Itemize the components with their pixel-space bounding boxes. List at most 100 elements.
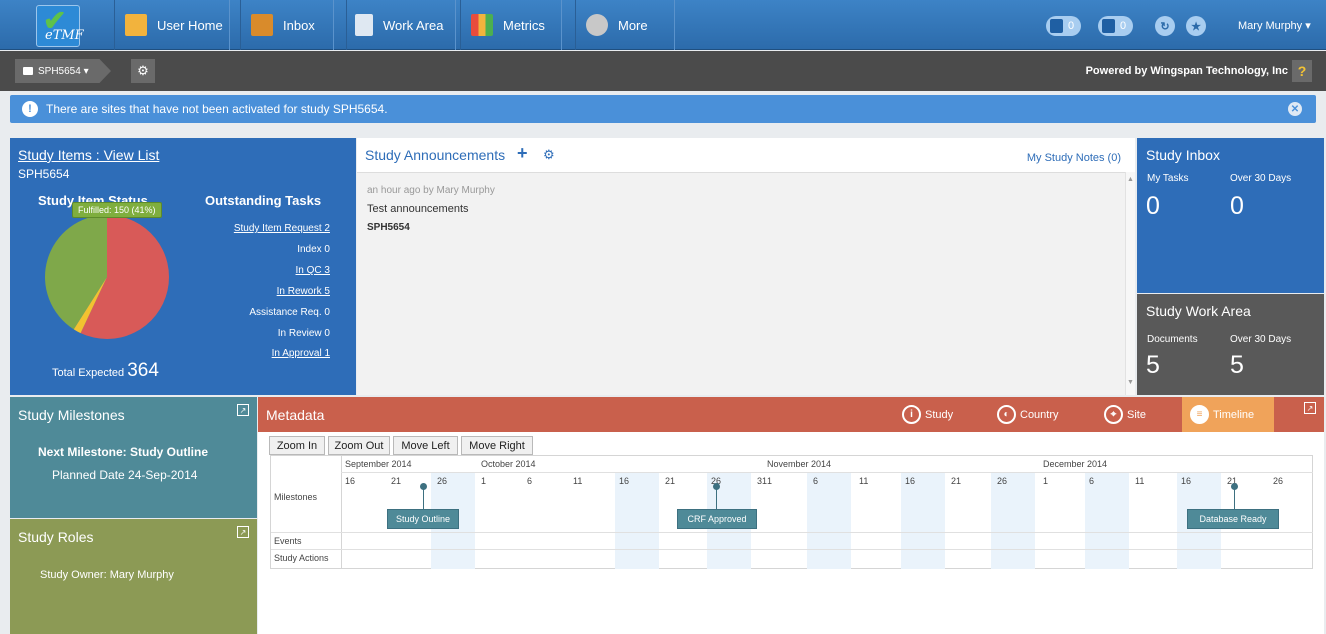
week-shade: [615, 473, 659, 569]
day-label: 6: [1089, 476, 1095, 486]
nav-more[interactable]: More: [575, 0, 675, 50]
popout-icon[interactable]: ↗: [237, 526, 249, 538]
metadata-title: Metadata: [266, 407, 325, 423]
milestone-crf-approved[interactable]: CRF Approved: [677, 509, 757, 529]
task-in-rework[interactable]: In Rework 5: [277, 286, 330, 297]
task-in-approval[interactable]: In Approval 1: [272, 348, 330, 359]
move-right-button[interactable]: Move Right: [461, 436, 533, 455]
tab-timeline[interactable]: ≡ Timeline: [1182, 397, 1274, 432]
over-30-label: Over 30 Days: [1230, 334, 1292, 345]
activation-alert: ! There are sites that have not been act…: [10, 95, 1316, 123]
zoom-out-button[interactable]: Zoom Out: [328, 436, 390, 455]
outstanding-tasks-title: Outstanding Tasks: [205, 193, 322, 208]
tasks-badge[interactable]: 0: [1046, 16, 1082, 36]
documents-label: Documents: [1147, 334, 1198, 345]
nav-label: Inbox: [283, 17, 315, 33]
zoom-in-button[interactable]: Zoom In: [269, 436, 325, 455]
roles-header: Study Roles ↗: [10, 519, 257, 553]
nav-label: Work Area: [383, 17, 444, 33]
nav-user-home[interactable]: User Home: [114, 0, 230, 50]
milestone-stem: [423, 489, 424, 509]
total-expected: Total Expected 364: [52, 360, 159, 382]
alert-text: There are sites that have not been activ…: [46, 102, 388, 116]
scroll-up-icon[interactable]: ▲: [1126, 176, 1135, 183]
milestone-database-ready[interactable]: Database Ready: [1187, 509, 1279, 529]
tab-country[interactable]: ◐ Country: [991, 397, 1071, 432]
my-study-notes-link[interactable]: My Study Notes (0): [1027, 152, 1121, 164]
study-work-area-panel[interactable]: Study Work Area Documents 5 Over 30 Days…: [1137, 294, 1324, 395]
user-menu[interactable]: Mary Murphy ▾: [1238, 19, 1311, 32]
announcements-title: Study Announcements: [365, 147, 506, 163]
study-code: SPH5654: [38, 65, 81, 77]
my-tasks-count: 0: [1146, 192, 1160, 220]
timeline-grid[interactable]: September 2014 October 2014 November 201…: [270, 455, 1313, 569]
day-label: 1: [767, 476, 773, 486]
list-icon: ≡: [1190, 405, 1209, 424]
inbox-title: Study Inbox: [1146, 147, 1220, 163]
top-navigation-bar: ✔ eTMF User Home Inbox Work Area Metrics…: [0, 0, 1326, 50]
day-label: 1: [481, 476, 487, 486]
pie-tooltip: Fulfilled: 150 (41%): [72, 202, 162, 218]
settings-gear-icon[interactable]: ⚙: [131, 59, 155, 83]
nav-inbox[interactable]: Inbox: [240, 0, 334, 50]
study-selector[interactable]: SPH5654 ▾: [15, 59, 111, 83]
month-label: October 2014: [481, 459, 536, 469]
chevron-down-icon: ▾: [1305, 20, 1311, 32]
week-shade: [807, 473, 851, 569]
month-label: September 2014: [345, 459, 412, 469]
nav-label: Metrics: [503, 17, 545, 33]
tab-site[interactable]: ⌖ Site: [1098, 397, 1164, 432]
day-label: 21: [665, 476, 676, 486]
task-index: Index 0: [297, 244, 330, 255]
close-icon[interactable]: ✕: [1288, 102, 1302, 116]
day-label: 1: [1043, 476, 1049, 486]
day-label: 26: [437, 476, 448, 486]
milestone-study-outline[interactable]: Study Outline: [387, 509, 459, 529]
move-left-button[interactable]: Move Left: [393, 436, 458, 455]
milestone-stem: [1234, 489, 1235, 509]
announcements-scrollbar[interactable]: ▲ ▼: [1125, 172, 1135, 395]
history-icon[interactable]: ↻: [1155, 16, 1175, 36]
study-owner: Study Owner: Mary Murphy: [40, 569, 174, 581]
week-shade: [901, 473, 945, 569]
help-icon[interactable]: ?: [1292, 60, 1312, 82]
task-in-qc[interactable]: In QC 3: [296, 265, 330, 276]
tab-label: Timeline: [1213, 408, 1255, 421]
work-area-title: Study Work Area: [1146, 303, 1251, 319]
scroll-down-icon[interactable]: ▼: [1126, 379, 1135, 386]
over-30-count: 0: [1230, 192, 1244, 220]
week-shade: [1085, 473, 1129, 569]
milestones-header: Study Milestones ↗: [10, 397, 257, 431]
total-value: 364: [127, 360, 159, 381]
day-label: 26: [1273, 476, 1284, 486]
nav-work-area[interactable]: Work Area: [346, 0, 456, 50]
study-inbox-panel[interactable]: Study Inbox My Tasks 0 Over 30 Days 0: [1137, 138, 1324, 293]
day-label: 16: [619, 476, 630, 486]
task-assistance-req: Assistance Req. 0: [249, 307, 330, 318]
over-30-count: 5: [1230, 351, 1244, 379]
row-divider: [271, 532, 1313, 533]
gear-icon[interactable]: ⚙: [543, 147, 555, 163]
popout-icon[interactable]: ↗: [1304, 402, 1316, 414]
tab-study[interactable]: i Study: [896, 397, 964, 432]
documents-badge[interactable]: 0: [1098, 16, 1134, 36]
status-pie-chart[interactable]: [40, 210, 175, 345]
user-name: Mary Murphy: [1238, 20, 1303, 32]
day-label: 11: [573, 476, 583, 486]
my-tasks-label: My Tasks: [1147, 173, 1189, 184]
add-icon[interactable]: +: [517, 143, 528, 164]
roles-title: Study Roles: [18, 529, 94, 545]
announcements-list: an hour ago by Mary Murphy Test announce…: [357, 172, 1127, 395]
etmf-logo[interactable]: ✔ eTMF: [36, 5, 84, 47]
star-icon[interactable]: ★: [1186, 16, 1206, 36]
study-roles-panel: Study Roles ↗ Study Owner: Mary Murphy: [10, 519, 257, 634]
study-items-title-link[interactable]: Study Items : View List: [18, 147, 159, 163]
day-label: 16: [345, 476, 356, 486]
clipboard-icon: [1102, 19, 1115, 33]
popout-icon[interactable]: ↗: [237, 404, 249, 416]
nav-label: User Home: [157, 17, 223, 33]
row-label-study-actions: Study Actions: [274, 553, 329, 563]
task-study-item-request[interactable]: Study Item Request 2: [234, 223, 330, 234]
nav-metrics[interactable]: Metrics: [460, 0, 562, 50]
globe-icon: ◐: [997, 405, 1016, 424]
